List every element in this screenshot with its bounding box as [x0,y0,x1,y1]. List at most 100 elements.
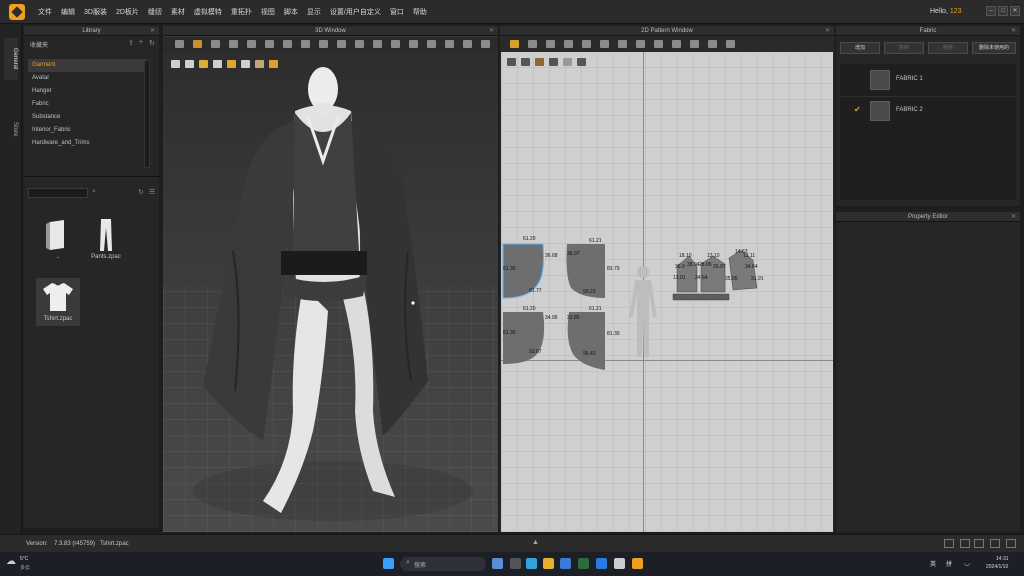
show-texture-icon[interactable] [535,58,544,66]
strengthen-icon[interactable] [283,40,292,48]
layout-2d-icon[interactable] [974,539,984,548]
library-item-interior-fabric[interactable]: Interior_Fabric [28,124,146,137]
show-sewing-icon[interactable] [521,58,530,66]
fold-icon[interactable] [618,40,627,48]
copy-fabric-button[interactable]: 复制 [884,42,924,54]
app-icon-2[interactable] [596,558,607,569]
network-icon[interactable]: ◡ [964,559,970,567]
library-item-avatar[interactable]: Avatar [28,72,146,85]
brush-icon[interactable] [337,40,346,48]
fabric-item-2[interactable]: ✔ FABRIC 2 [840,96,1016,126]
search-icon[interactable]: ⌕ [92,188,96,196]
avatar-with-garment[interactable] [163,51,498,532]
mail-icon[interactable] [560,558,571,569]
free-sewing-icon[interactable] [672,40,681,48]
library-search-input[interactable] [28,188,88,198]
menu-file[interactable]: 文件 [38,7,52,17]
minimize-button[interactable]: – [986,6,996,16]
maximize-button[interactable]: □ [998,6,1008,16]
show-pattern-icon[interactable] [507,58,516,66]
add-icon[interactable]: + [139,39,143,46]
layout-3d-icon[interactable] [960,539,970,548]
panel-close-icon[interactable]: ✕ [825,26,830,36]
show-mesh-icon[interactable] [549,58,558,66]
pattern-pieces[interactable] [501,242,833,402]
layout-single-icon[interactable] [944,539,954,548]
library-item-hanger[interactable]: Hanger [28,85,146,98]
app-icon-3[interactable] [614,558,625,569]
pin-icon[interactable] [265,40,274,48]
add-fabric-button[interactable]: 增加 [840,42,880,54]
menu-settings[interactable]: 设置/用户自定义 [330,7,381,17]
menu-edit[interactable]: 编辑 [61,7,75,17]
menu-view[interactable]: 视图 [261,7,275,17]
menu-sewing[interactable]: 缝纫 [148,7,162,17]
annotation-icon[interactable] [463,40,472,48]
tab-general[interactable]: General [4,38,18,80]
show-info-icon[interactable] [563,58,572,66]
refresh-icon[interactable]: ↻ [138,188,144,196]
fold-arrange-icon[interactable] [211,40,220,48]
library-item-fabric[interactable]: Fabric [28,98,146,111]
measure-icon[interactable] [247,40,256,48]
weather-icon[interactable]: ☁ [6,556,16,567]
seam-allowance-icon[interactable] [636,40,645,48]
list-view-icon[interactable]: ☰ [149,188,155,196]
clo-app-icon[interactable] [632,558,643,569]
clock-time[interactable]: 14:31 [996,556,1009,562]
menu-avatar[interactable]: 虚拟模特 [194,7,222,17]
menu-help[interactable]: 帮助 [413,7,427,17]
upload-icon[interactable]: ⇪ [128,39,134,47]
grain-icon[interactable] [726,40,735,48]
refresh-icon[interactable]: ↻ [149,39,155,47]
topstitch-icon[interactable] [409,40,418,48]
ps-icon[interactable] [578,558,589,569]
3d-window[interactable]: 3D Window ✕ [163,26,498,532]
expand-toolbar-icon[interactable] [481,40,490,48]
edge-icon[interactable] [526,558,537,569]
app-icon-1[interactable] [492,558,503,569]
ime-mode[interactable]: 拼 [946,559,952,568]
ime-language[interactable]: 英 [930,559,936,568]
menu-window[interactable]: 窗口 [390,7,404,17]
library-item-garment[interactable]: Garment [28,59,146,72]
user-greeting[interactable]: Hello, 123 [930,8,962,15]
menu-3d-garment[interactable]: 3D服装 [84,7,107,17]
2d-pattern-canvas[interactable]: 61.20 36.68 81.30 91.77 61.21 36.97 83.7… [501,52,833,532]
menu-script[interactable]: 脚本 [284,7,298,17]
thumbnail-tshirt[interactable]: Tshirt.zpac [36,278,80,326]
select-move-icon[interactable] [175,40,184,48]
menu-materials[interactable]: 素材 [171,7,185,17]
fabric-item-1[interactable]: FABRIC 1 [840,66,1016,96]
point-tool-icon[interactable] [546,40,555,48]
library-item-hardware[interactable]: Hardware_and_Trims [28,137,146,150]
internal-line-icon[interactable] [582,40,591,48]
panel-close-icon[interactable]: ✕ [489,26,494,36]
trim-icon[interactable] [427,40,436,48]
arrangement-icon[interactable] [355,40,364,48]
library-item-substance[interactable]: Substance [28,111,146,124]
clock-date[interactable]: 2024/1/10 [986,564,1008,570]
dart-icon[interactable] [600,40,609,48]
menu-2d-pattern[interactable]: 2D板片 [116,7,139,17]
line-tool-icon[interactable] [301,40,310,48]
avatar-measure-icon[interactable] [319,40,328,48]
zip-icon[interactable] [445,40,454,48]
thumbnail-pants[interactable]: Pants.zpac [84,216,128,264]
thumbnail-parent-folder[interactable]: .. [36,216,80,264]
delete-fabric-button[interactable]: 删除 [928,42,968,54]
show-avatar-icon[interactable] [577,58,586,66]
expand-up-icon[interactable]: ▲ [532,539,539,546]
texture-edit-icon[interactable] [708,40,717,48]
library-scrollbar[interactable] [144,60,150,168]
layout-split-icon[interactable] [990,539,1000,548]
file-explorer-icon[interactable] [543,558,554,569]
close-button[interactable]: ✕ [1010,6,1020,16]
polygon-icon[interactable] [564,40,573,48]
task-view-icon[interactable] [510,558,521,569]
panel-close-icon[interactable]: ✕ [1011,26,1016,36]
menu-retopology[interactable]: 重拓扑 [231,7,252,17]
select-mesh-icon[interactable] [193,40,202,48]
2d-pattern-window[interactable]: 2D Pattern Window ✕ 61.20 36.68 81.30 91… [500,26,834,532]
panel-close-icon[interactable]: ✕ [150,26,155,36]
